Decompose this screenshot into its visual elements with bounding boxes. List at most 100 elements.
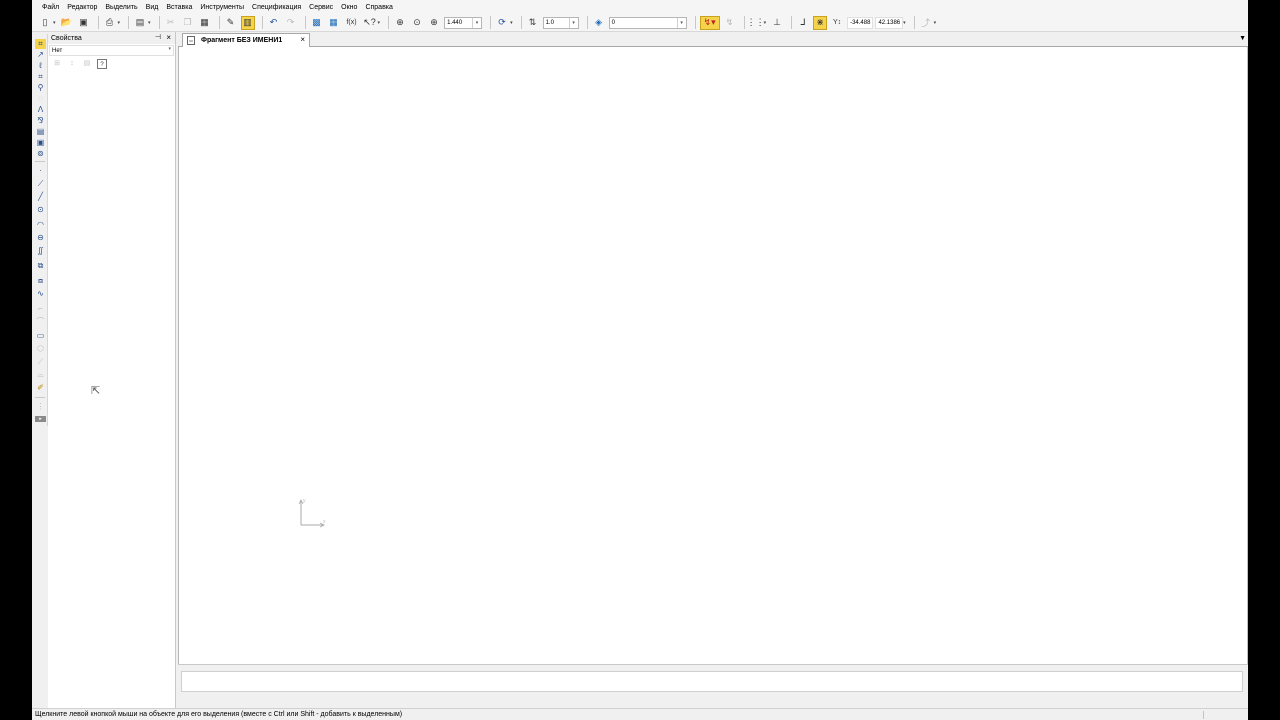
layer-combo[interactable]: 0 ▾ bbox=[608, 16, 687, 29]
drawing-canvas[interactable]: x y bbox=[178, 47, 1248, 664]
grid-dropdown-icon[interactable]: ▾ bbox=[764, 20, 767, 26]
pin-icon[interactable]: ⊣ bbox=[155, 33, 161, 41]
refresh-view-icon[interactable]: ⟳ bbox=[495, 16, 509, 30]
undo-icon[interactable]: ↶ bbox=[267, 16, 281, 30]
polygon-tool-icon[interactable]: ⬡ bbox=[35, 344, 46, 354]
arc-tool-icon[interactable]: ◠ bbox=[35, 220, 46, 230]
spec-tab-icon[interactable]: ⅋ bbox=[35, 116, 46, 126]
close-tab-icon[interactable]: × bbox=[300, 35, 305, 44]
redo-icon[interactable]: ↷ bbox=[284, 16, 298, 30]
help-pointer-icon[interactable]: ↖? bbox=[363, 16, 377, 30]
help-icon[interactable]: ? bbox=[97, 59, 107, 69]
edit-tab-icon[interactable]: ⌗ bbox=[35, 72, 46, 82]
coord-x-field[interactable]: -34.488 bbox=[847, 16, 874, 29]
chevron-down-icon[interactable]: ▾ bbox=[676, 17, 686, 28]
step-combo[interactable]: 1.0 ▾ bbox=[542, 16, 579, 29]
equidistant-tool-icon[interactable]: ⧉ bbox=[35, 261, 46, 271]
menu-specification[interactable]: Спецификация bbox=[252, 4, 301, 11]
local-snap-icon[interactable]: ↯ bbox=[723, 16, 737, 30]
libraries-tab-icon[interactable]: ⊚ bbox=[35, 149, 46, 159]
manager-icon[interactable]: ▥ bbox=[240, 15, 255, 30]
menu-service[interactable]: Сервис bbox=[309, 4, 333, 11]
ellipse-tool-icon[interactable]: ⊖ bbox=[35, 233, 46, 243]
contour-tool-icon[interactable]: ⧈ bbox=[35, 276, 46, 286]
zoom-in-icon[interactable]: ⊕ bbox=[427, 16, 441, 30]
menu-view[interactable]: Вид bbox=[146, 4, 159, 11]
chevron-down-icon[interactable]: ▾ bbox=[568, 17, 578, 28]
snap-settings-icon[interactable]: ⤴ bbox=[919, 16, 933, 30]
spline-tool-icon[interactable]: ∿ bbox=[35, 289, 46, 299]
menu-editor[interactable]: Редактор bbox=[67, 4, 97, 11]
cut-icon[interactable]: ✂ bbox=[164, 16, 178, 30]
zoom-combo[interactable]: 1.440 ▾ bbox=[444, 16, 483, 29]
expand-toolbar-icon[interactable]: ▸ bbox=[35, 416, 46, 422]
point-tool-icon[interactable]: · bbox=[35, 166, 46, 176]
print-dropdown-icon[interactable]: ▾ bbox=[118, 20, 121, 26]
command-input[interactable] bbox=[181, 671, 1243, 692]
measure-tab-icon[interactable]: ◌ bbox=[35, 94, 46, 104]
symbols-tab-icon[interactable]: ℓ bbox=[35, 61, 46, 71]
layer-icon[interactable]: ◈ bbox=[592, 16, 606, 30]
new-document-icon[interactable]: ▯ bbox=[38, 16, 52, 30]
geometry-tab-icon[interactable]: ⌗ bbox=[35, 39, 46, 49]
toolbar-separator bbox=[35, 161, 45, 162]
circle-tool-icon[interactable]: ⊙ bbox=[35, 205, 46, 215]
tabs-menu-icon[interactable]: ▼ bbox=[1239, 35, 1246, 42]
chevron-down-icon[interactable]: ▾ bbox=[472, 17, 481, 28]
preview-icon[interactable]: ▤ bbox=[133, 16, 147, 30]
print-icon[interactable]: ⎙ bbox=[103, 16, 117, 30]
chevron-down-icon[interactable]: ▾ bbox=[168, 46, 171, 52]
rectangle-tool-icon[interactable]: ▭ bbox=[35, 331, 46, 341]
new-dropdown-icon[interactable]: ▾ bbox=[53, 20, 56, 26]
paste-icon[interactable]: ▦ bbox=[198, 16, 212, 30]
snap-settings-dropdown-icon[interactable]: ▾ bbox=[934, 20, 937, 26]
auxiliary-line-icon[interactable]: ⟋ bbox=[35, 179, 46, 189]
menu-window[interactable]: Окно bbox=[341, 4, 357, 11]
menu-insert[interactable]: Вставка bbox=[166, 4, 192, 11]
save-icon[interactable]: ▣ bbox=[77, 16, 91, 30]
menu-tools[interactable]: Инструменты bbox=[200, 4, 244, 11]
menu-file[interactable]: Файл bbox=[42, 4, 59, 11]
dimensions-tab-icon[interactable]: ↗ bbox=[35, 50, 46, 60]
refresh-dropdown-icon[interactable]: ▾ bbox=[510, 20, 513, 26]
coordinates-icon[interactable]: Y↕ bbox=[830, 16, 844, 30]
round-icon[interactable]: ⋇ bbox=[813, 15, 828, 30]
tab-fragment[interactable]: ▭ Фрагмент БЕЗ ИМЕНИ1 × bbox=[182, 33, 310, 47]
insert-tab-icon[interactable]: ▣ bbox=[35, 138, 46, 148]
menu-select[interactable]: Выделить bbox=[105, 4, 137, 11]
more-tools-icon[interactable]: ⋮ bbox=[35, 402, 46, 412]
zoom-window-icon[interactable]: ⊕ bbox=[393, 16, 407, 30]
sort-icon[interactable]: ↕ bbox=[67, 59, 77, 69]
libraries-icon[interactable]: ▦ bbox=[327, 16, 341, 30]
coord-y-field[interactable]: 42.1386 bbox=[875, 16, 904, 29]
preview-dropdown-icon[interactable]: ▾ bbox=[148, 20, 151, 26]
help-dropdown-icon[interactable]: ▾ bbox=[378, 20, 381, 26]
menu-help[interactable]: Справка bbox=[365, 4, 392, 11]
local-cs-icon[interactable]: ⊥ bbox=[770, 16, 784, 30]
reports-tab-icon[interactable]: ▤ bbox=[35, 127, 46, 137]
properties-object-select[interactable]: Нет ▾ bbox=[49, 45, 174, 56]
offset-tool-icon[interactable]: ⌓ bbox=[35, 370, 46, 380]
hatch-tool-icon[interactable]: ∬ bbox=[35, 246, 46, 256]
copy-icon[interactable]: ❐ bbox=[181, 16, 195, 30]
filter-icon[interactable]: ⊞ bbox=[52, 59, 62, 69]
segment-tool-icon[interactable]: ╱ bbox=[35, 192, 46, 202]
variables-icon[interactable]: f(x) bbox=[344, 16, 360, 30]
chamfer-tool-icon[interactable]: ⌐ bbox=[35, 304, 46, 314]
grid-icon[interactable]: ⋮⋮ bbox=[747, 16, 765, 30]
fix-tool-icon[interactable]: ✐ bbox=[35, 383, 46, 393]
parametrization-tab-icon[interactable]: ⚲ bbox=[35, 83, 46, 93]
coord-dropdown-icon[interactable]: ▾ bbox=[903, 20, 906, 26]
ortho-icon[interactable]: ⅃ bbox=[796, 16, 810, 30]
select-tab-icon[interactable]: Λ bbox=[35, 105, 46, 115]
layers-manager-icon[interactable]: ▩ bbox=[310, 16, 324, 30]
open-folder-icon[interactable]: 📂 bbox=[60, 16, 74, 30]
fillet-tool-icon[interactable]: ⌒ bbox=[35, 317, 46, 327]
copy-properties-icon[interactable]: ✎ bbox=[224, 16, 238, 30]
properties-page-icon[interactable]: ▤ bbox=[82, 59, 92, 69]
close-icon[interactable]: × bbox=[166, 33, 171, 42]
snap-icon[interactable]: ↯▾ bbox=[699, 15, 720, 30]
collect-contour-icon[interactable]: ⟋ bbox=[35, 357, 46, 367]
zoom-all-icon[interactable]: ⊙ bbox=[410, 16, 424, 30]
cursor-step-icon[interactable]: ⇅ bbox=[526, 16, 540, 30]
